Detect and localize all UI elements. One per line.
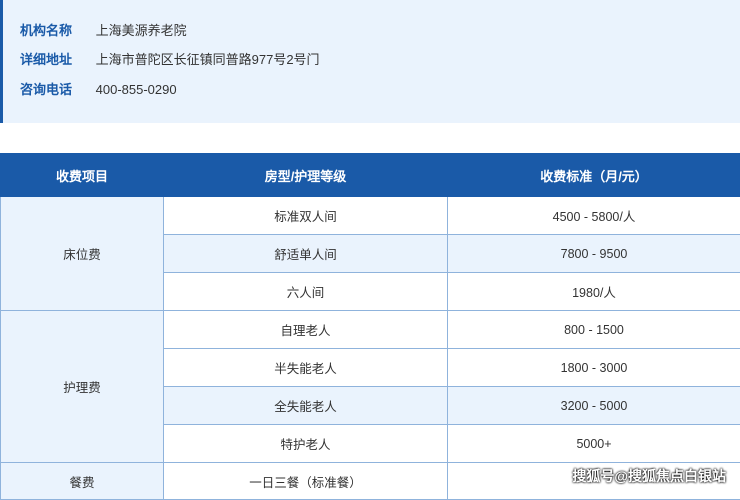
info-row-name: 机构名称 上海美源养老院 xyxy=(20,21,187,41)
price-cell: 7800 - 9500 xyxy=(448,235,740,273)
care-level-cell: 特护老人 xyxy=(164,425,448,463)
info-row-phone: 咨询电话 400-855-0290 xyxy=(20,80,177,100)
header-room-type: 房型/护理等级 xyxy=(164,154,448,197)
info-label: 详细地址 xyxy=(20,50,92,70)
fee-table: 收费项目 房型/护理等级 收费标准（月/元） 床位费 标准双人间 4500 - … xyxy=(0,153,740,500)
table-row: 床位费 标准双人间 4500 - 5800/人 xyxy=(1,197,740,235)
category-bed-fee: 床位费 xyxy=(1,197,164,311)
price-cell: 1980/人 xyxy=(448,273,740,311)
care-level-cell: 半失能老人 xyxy=(164,349,448,387)
price-cell: 1800 - 3000 xyxy=(448,349,740,387)
price-cell: 5000+ xyxy=(448,425,740,463)
header-fee-item: 收费项目 xyxy=(1,154,164,197)
room-type-cell: 舒适单人间 xyxy=(164,235,448,273)
info-label: 咨询电话 xyxy=(20,80,92,100)
header-fee-standard: 收费标准（月/元） xyxy=(448,154,740,197)
price-cell: 4500 - 5800/人 xyxy=(448,197,740,235)
institution-name: 上海美源养老院 xyxy=(96,23,187,38)
price-cell: 3200 - 5000 xyxy=(448,387,740,425)
table-row: 护理费 自理老人 800 - 1500 xyxy=(1,311,740,349)
price-cell: 800 - 1500 xyxy=(448,311,740,349)
institution-info-panel: 机构名称 上海美源养老院 详细地址 上海市普陀区长征镇同普路977号2号门 咨询… xyxy=(0,0,740,123)
room-type-cell: 六人间 xyxy=(164,273,448,311)
meal-plan-cell: 一日三餐（标准餐） xyxy=(164,463,448,500)
table-header-row: 收费项目 房型/护理等级 收费标准（月/元） xyxy=(1,154,740,197)
care-level-cell: 全失能老人 xyxy=(164,387,448,425)
category-care-fee: 护理费 xyxy=(1,311,164,463)
room-type-cell: 标准双人间 xyxy=(164,197,448,235)
category-meal-fee: 餐费 xyxy=(1,463,164,500)
info-row-address: 详细地址 上海市普陀区长征镇同普路977号2号门 xyxy=(20,50,320,70)
phone-number: 400-855-0290 xyxy=(96,82,177,97)
info-label: 机构名称 xyxy=(20,21,92,41)
care-level-cell: 自理老人 xyxy=(164,311,448,349)
watermark: 搜狐号@搜狐焦点白银站 xyxy=(572,466,726,486)
institution-address: 上海市普陀区长征镇同普路977号2号门 xyxy=(96,52,320,67)
